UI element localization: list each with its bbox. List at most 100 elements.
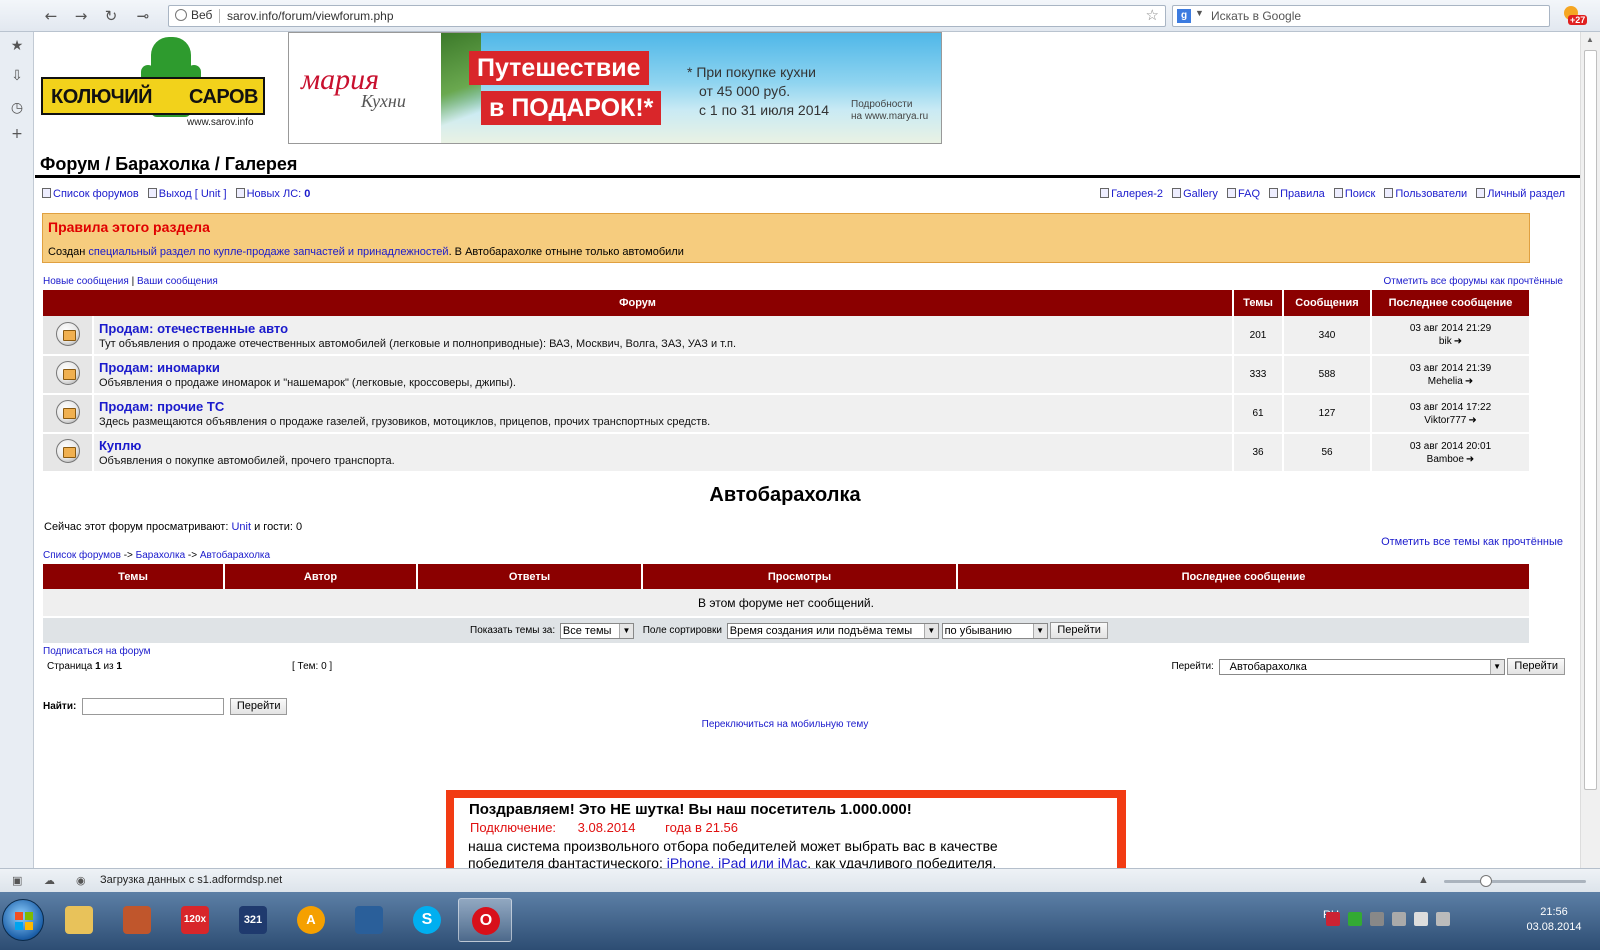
search-mode[interactable]: Веб	[175, 8, 212, 22]
forward-icon[interactable]: →	[70, 6, 92, 26]
taskbar-paint[interactable]	[110, 898, 164, 942]
find-input[interactable]	[82, 698, 225, 715]
last-post-user[interactable]: Viktor777	[1424, 415, 1466, 426]
chevron-down-icon[interactable]: ▼	[1195, 8, 1204, 18]
download-icon[interactable]: ⇩	[9, 68, 25, 84]
go-to-post-icon[interactable]: ➜	[1468, 414, 1476, 427]
logo-text-right: САРОВ	[189, 86, 258, 108]
subscribe-link[interactable]: Подписаться на форум	[43, 646, 151, 657]
taskbar-skype[interactable]: S	[400, 898, 454, 942]
breadcrumb-current[interactable]: Автобарахолка	[200, 550, 270, 561]
your-posts-link[interactable]: Ваши сообщения	[137, 276, 218, 287]
breadcrumb-home[interactable]: Список форумов	[43, 550, 121, 561]
gallery-link[interactable]: Gallery	[1172, 188, 1218, 200]
forum-link[interactable]: Продам: иномарки	[99, 360, 1232, 375]
monitor-icon	[355, 906, 383, 934]
sort-field-select[interactable]: Время создания или подъёма темы ▼	[726, 622, 939, 639]
scroll-thumb[interactable]	[1584, 50, 1597, 790]
go-to-post-icon[interactable]: ➜	[1466, 453, 1474, 466]
topics-count: 333	[1233, 355, 1284, 395]
zoom-knob[interactable]	[1480, 875, 1492, 887]
address-bar[interactable]: Веб sarov.info/forum/viewforum.php ☆	[168, 5, 1166, 27]
faq-link[interactable]: FAQ	[1227, 188, 1260, 200]
key-icon[interactable]: ⊸	[132, 6, 154, 26]
google-icon[interactable]: g	[1177, 9, 1191, 23]
jump-select[interactable]: Автобарахолка ▼	[1218, 658, 1505, 675]
windows-logo-icon	[15, 912, 33, 930]
star-icon[interactable]: ★	[9, 38, 25, 54]
turbo-icon[interactable]: ◉	[76, 874, 90, 887]
forum-link[interactable]: Продам: отечественные авто	[99, 321, 1232, 336]
taskbar-remote[interactable]	[342, 898, 396, 942]
promo-details: Подробности на www.marya.ru	[851, 99, 928, 123]
column-header: Темы	[1233, 290, 1284, 316]
clock-time[interactable]: 21:56	[1524, 906, 1584, 918]
volume-icon[interactable]	[1436, 912, 1450, 926]
tray-app-icon[interactable]	[1348, 912, 1362, 926]
personal-link[interactable]: Личный раздел	[1476, 188, 1565, 200]
notifications-button[interactable]: +27	[1562, 6, 1592, 28]
forum-description: Объявления о продаже иномарок и "нашемар…	[99, 377, 516, 389]
start-button[interactable]	[2, 899, 44, 941]
breadcrumb-parent[interactable]: Барахолка	[136, 550, 185, 561]
taskbar-player[interactable]: 321	[226, 898, 280, 942]
search-icon	[1333, 188, 1343, 198]
history-icon[interactable]: ◷	[9, 100, 25, 116]
taskbar-explorer[interactable]	[52, 898, 106, 942]
ad-banner[interactable]: мария Кухни Путешествие в ПОДАРОК!* * Пр…	[288, 32, 942, 144]
users-link[interactable]: Пользователи	[1384, 188, 1467, 200]
url-text[interactable]: sarov.info/forum/viewforum.php	[227, 9, 394, 23]
page-scrollbar[interactable]: ▲ ▼	[1580, 32, 1600, 892]
sort-order-select[interactable]: по убыванию ▼	[941, 622, 1048, 639]
status-bar: ▣ ☁ ◉ Загрузка данных с s1.adformdsp.net…	[0, 868, 1600, 892]
forum-link[interactable]: Продам: прочие ТС	[99, 399, 1232, 414]
popup-ad[interactable]: Поздравляем! Это НЕ шутка! Вы наш посети…	[446, 790, 1126, 871]
scroll-up-icon[interactable]: ▲	[1586, 35, 1594, 44]
back-icon[interactable]: ←	[40, 6, 62, 26]
last-post-user[interactable]: bik	[1439, 336, 1452, 347]
network-icon[interactable]	[1414, 912, 1428, 926]
last-post-user[interactable]: Bamboe	[1427, 454, 1464, 465]
last-post-user[interactable]: Mehelia	[1428, 376, 1463, 387]
go-to-post-icon[interactable]: ➜	[1465, 375, 1473, 388]
go-to-post-icon[interactable]: ➜	[1454, 335, 1462, 348]
rules-link[interactable]: Правила	[1269, 188, 1325, 200]
search-link[interactable]: Поиск	[1333, 188, 1375, 200]
tray-app-icon[interactable]	[1326, 912, 1340, 926]
period-select[interactable]: Все темы ▼	[559, 622, 634, 639]
notification-count: +27	[1568, 15, 1588, 25]
chevron-up-icon[interactable]: ▲	[1418, 874, 1432, 886]
taskbar-120x[interactable]: 120x	[168, 898, 222, 942]
forum-list-link[interactable]: Список форумов	[42, 188, 139, 200]
topics-count-label: [ Тем: 0 ]	[292, 661, 333, 672]
logout-link[interactable]: Выход [ Unit ]	[147, 188, 227, 200]
add-icon[interactable]: +	[9, 126, 25, 142]
mark-topics-read-link[interactable]: Отметить все темы как прочтённые	[1381, 536, 1563, 548]
taskbar-aimp[interactable]: A	[284, 898, 338, 942]
panel-toggle-icon[interactable]: ▣	[12, 874, 26, 887]
reload-icon[interactable]: ↻	[100, 6, 122, 26]
mark-forums-read-link[interactable]: Отметить все форумы как прочтённые	[1384, 276, 1563, 287]
forum-link[interactable]: Куплю	[99, 438, 1232, 453]
taskbar-opera[interactable]: O	[458, 898, 512, 942]
gallery2-link[interactable]: Галерея-2	[1100, 188, 1163, 200]
viewer-user-link[interactable]: Unit	[231, 521, 251, 533]
cloud-icon[interactable]: ☁	[44, 874, 58, 887]
jump-button[interactable]: Перейти	[1507, 658, 1565, 675]
zoom-slider[interactable]	[1444, 875, 1586, 887]
search-box[interactable]: g ▼ Искать в Google	[1172, 5, 1550, 27]
pagination: Страница 1 из 1	[47, 661, 122, 672]
find-button[interactable]: Перейти	[229, 698, 288, 715]
pm-link[interactable]: Новых ЛС: 0	[235, 188, 310, 200]
bookmark-star-icon[interactable]: ☆	[1146, 6, 1159, 24]
clock-date[interactable]: 03.08.2014	[1524, 921, 1584, 933]
tray-app-icon[interactable]	[1370, 912, 1384, 926]
browser-toolbar: ← → ↻ ⊸ Веб sarov.info/forum/viewforum.p…	[0, 0, 1600, 32]
parts-section-link[interactable]: специальный раздел по купле-продаже запч…	[88, 246, 448, 258]
new-posts-link[interactable]: Новые сообщения	[43, 276, 129, 287]
site-logo[interactable]: КОЛЮЧИЙ САРОВ www.sarov.info	[41, 37, 271, 132]
tray-app-icon[interactable]	[1392, 912, 1406, 926]
site-menu: Галерея-2 Gallery FAQ Правила Поиск Поль…	[1100, 188, 1565, 200]
mobile-theme-link[interactable]: Переключиться на мобильную тему	[702, 719, 869, 730]
apply-filter-button[interactable]: Перейти	[1050, 622, 1108, 639]
